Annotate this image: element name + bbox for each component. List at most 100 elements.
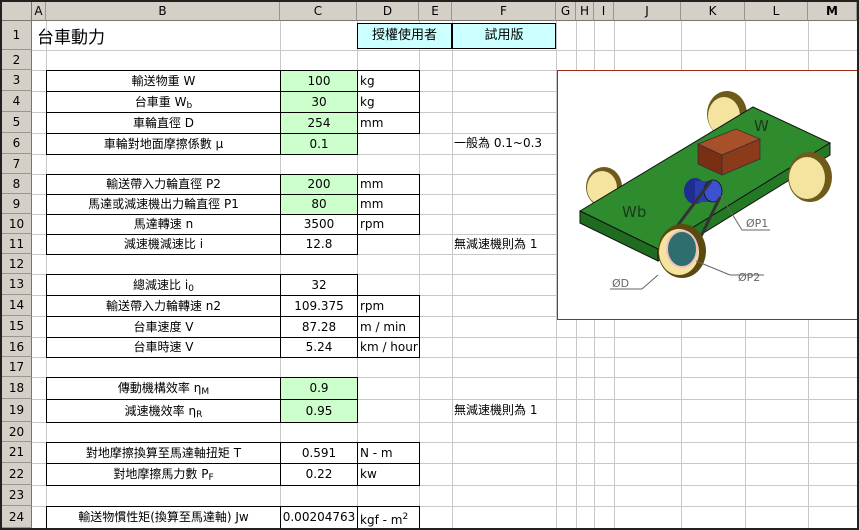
value-motor-speed[interactable]: 3500 xyxy=(280,214,358,235)
column-header-h[interactable]: H xyxy=(576,2,594,21)
row-header-20[interactable]: 20 xyxy=(2,422,32,442)
input-motor-output-pulley-diameter[interactable]: 80 xyxy=(280,194,358,215)
column-header-j[interactable]: J xyxy=(614,2,681,21)
label-transmission-efficiency: 傳動機構效率 ηM xyxy=(46,377,281,400)
label-reducer-ratio: 減速機減速比 i xyxy=(46,234,281,255)
note-friction-range: 一般為 0.1~0.3 xyxy=(454,136,543,150)
column-header-k[interactable]: K xyxy=(681,2,745,21)
input-cart-weight[interactable]: 30 xyxy=(280,91,358,113)
cart-diagram-image[interactable]: W Wb ØP1 ØP2 ØD xyxy=(557,70,857,320)
input-transmission-efficiency[interactable]: 0.9 xyxy=(280,377,358,400)
label-total-reduction-ratio-sub: 0 xyxy=(188,284,194,294)
label-friction-torque: 對地摩擦換算至馬達軸扭矩 T xyxy=(46,442,281,464)
input-cargo-weight[interactable]: 100 xyxy=(280,70,358,92)
input-reducer-efficiency[interactable]: 0.95 xyxy=(280,399,358,423)
input-belt-input-pulley-diameter[interactable]: 200 xyxy=(280,174,358,195)
license-user-button[interactable]: 授權使用者 xyxy=(357,23,452,49)
label-friction-power: 對地摩擦馬力數 PF xyxy=(46,463,281,486)
input-wheel-diameter[interactable]: 254 xyxy=(280,112,358,134)
column-header-l[interactable]: L xyxy=(745,2,808,21)
label-cart-hourly-speed: 台車時速 V xyxy=(46,337,281,358)
note-no-reducer-efficiency: 無減速機則為 1 xyxy=(454,403,538,417)
row-header-21[interactable]: 21 xyxy=(2,442,32,463)
unit-cargo-inertia: kgf - m2 xyxy=(357,506,420,528)
value-friction-power[interactable]: 0.22 xyxy=(280,463,358,486)
unit-cargo-weight: kg xyxy=(357,70,420,92)
column-header-g[interactable]: G xyxy=(556,2,576,21)
label-transmission-efficiency-main: 傳動機構效率 η xyxy=(117,381,202,395)
value-friction-torque[interactable]: 0.591 xyxy=(280,442,358,464)
label-reducer-efficiency-main: 減速機效率 η xyxy=(124,404,197,418)
label-cart-weight: 台車重 Wb xyxy=(46,91,281,113)
column-header-b[interactable]: B xyxy=(46,2,280,21)
unit-cargo-inertia-sup: 2 xyxy=(402,512,409,522)
row-header-17[interactable]: 17 xyxy=(2,357,32,377)
value-cart-hourly-speed[interactable]: 5.24 xyxy=(280,337,358,358)
value-belt-input-speed[interactable]: 109.375 xyxy=(280,295,358,317)
row-header-12[interactable]: 12 xyxy=(2,254,32,274)
row-header-22[interactable]: 22 xyxy=(2,463,32,485)
value-cart-speed[interactable]: 87.28 xyxy=(280,316,358,338)
row-header-11[interactable]: 11 xyxy=(2,234,32,254)
row-header-23[interactable]: 23 xyxy=(2,485,32,506)
row-header-1[interactable]: 1 xyxy=(2,21,32,50)
unit-friction-power: kw xyxy=(357,463,420,486)
row-header-3[interactable]: 3 xyxy=(2,70,32,91)
row-header-19[interactable]: 19 xyxy=(2,399,32,422)
label-cargo-inertia: 輸送物慣性矩(換算至馬達軸) Jw xyxy=(46,506,281,528)
row-header-14[interactable]: 14 xyxy=(2,295,32,316)
value-cargo-inertia[interactable]: 0.00204763 xyxy=(280,506,358,528)
label-cargo-weight: 輸送物重 W xyxy=(46,70,281,92)
label-w: W xyxy=(754,117,769,135)
gridline xyxy=(32,50,857,51)
label-wb: Wb xyxy=(622,203,646,221)
label-cart-weight-sub: b xyxy=(186,101,193,111)
label-cart-weight-main: 台車重 W xyxy=(134,95,187,109)
column-header-i[interactable]: I xyxy=(594,2,614,21)
column-header-m[interactable]: M xyxy=(808,2,857,21)
label-p2: ØP2 xyxy=(738,271,760,284)
value-reducer-ratio[interactable]: 12.8 xyxy=(280,234,358,255)
label-total-reduction-ratio-main: 總減速比 i xyxy=(133,278,189,292)
wheel-front-right-icon xyxy=(789,157,825,199)
label-total-reduction-ratio: 總減速比 i0 xyxy=(46,274,281,296)
unit-belt-input-speed: rpm xyxy=(357,295,420,317)
column-header-f[interactable]: F xyxy=(452,2,556,21)
row-header-10[interactable]: 10 xyxy=(2,214,32,234)
row-header-24[interactable]: 24 xyxy=(2,506,32,528)
unit-belt-input-pulley-diameter: mm xyxy=(357,174,420,195)
unit-motor-speed: rpm xyxy=(357,214,420,235)
row-header-7[interactable]: 7 xyxy=(2,154,32,174)
row-header-15[interactable]: 15 xyxy=(2,316,32,337)
unit-cart-weight: kg xyxy=(357,91,420,113)
row-header-9[interactable]: 9 xyxy=(2,194,32,214)
row-header-4[interactable]: 4 xyxy=(2,91,32,112)
unit-cargo-inertia-main: kgf - m xyxy=(360,513,403,527)
value-total-reduction-ratio[interactable]: 32 xyxy=(280,274,358,296)
label-motor-speed: 馬達轉速 n xyxy=(46,214,281,235)
row-header-13[interactable]: 13 xyxy=(2,274,32,295)
row-header-16[interactable]: 16 xyxy=(2,337,32,357)
wheel-pulley-p2 xyxy=(666,230,698,268)
row-header-6[interactable]: 6 xyxy=(2,133,32,154)
label-friction-power-main: 對地摩擦馬力數 P xyxy=(113,467,209,481)
column-header-c[interactable]: C xyxy=(280,2,357,21)
column-header-e[interactable]: E xyxy=(419,2,452,21)
row-header-5[interactable]: 5 xyxy=(2,112,32,133)
input-friction-coefficient[interactable]: 0.1 xyxy=(280,133,358,155)
sheet-title[interactable]: 台車動力 xyxy=(37,26,105,50)
leader-line-d xyxy=(641,274,659,290)
label-friction-power-sub: F xyxy=(208,473,214,483)
unit-friction-torque: N - m xyxy=(357,442,420,464)
row-header-18[interactable]: 18 xyxy=(2,377,32,399)
row-header-8[interactable]: 8 xyxy=(2,174,32,194)
trial-version-label: 試用版 xyxy=(452,23,556,49)
column-header-d[interactable]: D xyxy=(357,2,419,21)
label-p1: ØP1 xyxy=(746,217,768,230)
row-header-2[interactable]: 2 xyxy=(2,50,32,70)
spreadsheet: A B C D E F G H I J K L M 1 2 3 4 5 6 7 … xyxy=(0,0,859,530)
unit-cart-hourly-speed: km / hour xyxy=(357,337,420,358)
column-header-a[interactable]: A xyxy=(32,2,46,21)
select-all-corner[interactable] xyxy=(2,2,32,21)
label-reducer-efficiency-sub: R xyxy=(196,410,203,420)
